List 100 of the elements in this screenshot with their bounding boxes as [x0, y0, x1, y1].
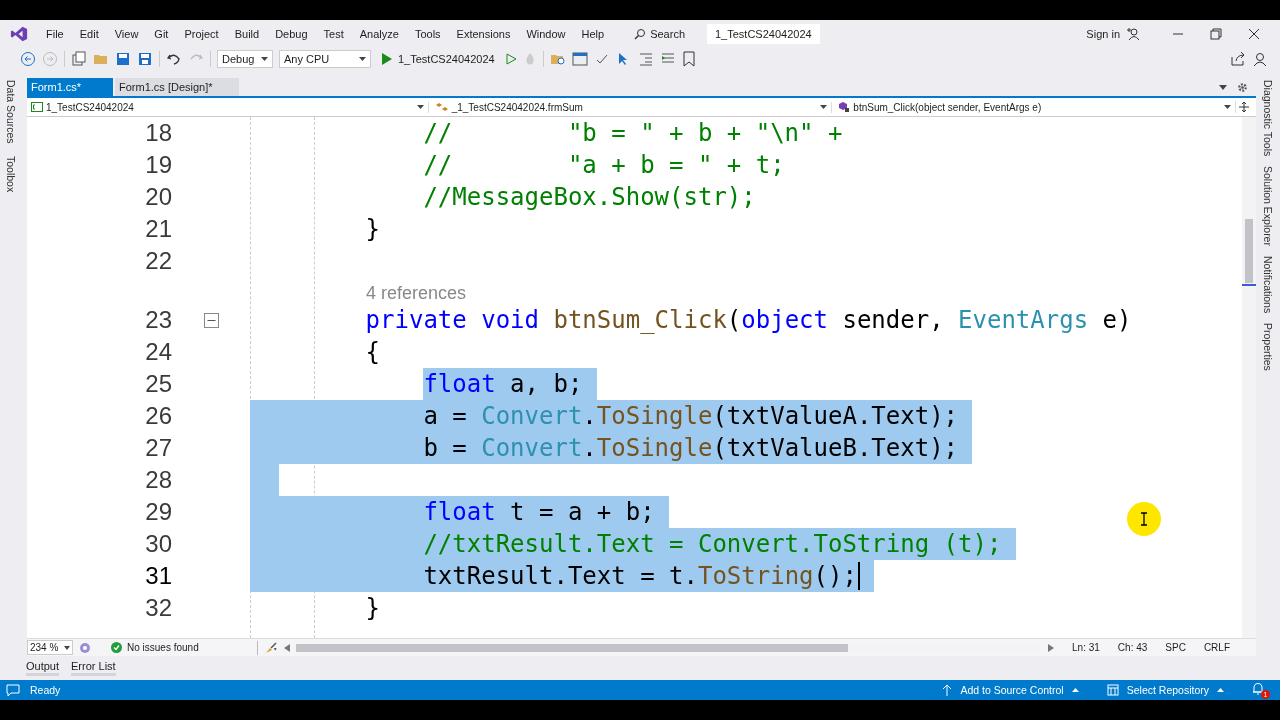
- caret-up-icon: [1217, 688, 1224, 692]
- line-number: 18: [144, 119, 172, 147]
- menu-item[interactable]: Help: [573, 28, 613, 40]
- line-number: 31: [144, 562, 172, 590]
- class-dropdown[interactable]: _1_TestCS24042024.frmSum: [430, 101, 833, 113]
- code-line: private void btnSum_Click(object sender, EventArgs e): [364, 305, 1132, 336]
- panel-tab[interactable]: Toolbox: [5, 155, 17, 192]
- line-ending-indicator[interactable]: CRLF: [1203, 642, 1230, 653]
- line-number: 28: [144, 466, 172, 494]
- save-all-icon[interactable]: [137, 51, 153, 67]
- chat-icon: [6, 683, 20, 697]
- menu-item[interactable]: View: [106, 28, 147, 40]
- project-dropdown[interactable]: 1_TestCS24042024: [27, 101, 429, 113]
- scrollbar-thumb[interactable]: [296, 643, 849, 652]
- panel-tab[interactable]: Data Sources: [5, 80, 17, 144]
- line-number: 30: [144, 530, 172, 558]
- document-tab[interactable]: Form1.cs [Design]*: [115, 78, 239, 96]
- caret-icon: [64, 645, 70, 650]
- code-line: }: [364, 593, 381, 624]
- code-line: {: [364, 337, 381, 368]
- panel-tab[interactable]: Solution Explorer: [1262, 166, 1274, 247]
- line-number: 27: [144, 434, 172, 462]
- member-dropdown[interactable]: btnSum_Click(object sender, EventArgs e): [834, 101, 1236, 113]
- line-number: 23: [144, 306, 172, 334]
- copilot-icon[interactable]: [79, 641, 91, 654]
- platform-dropdown[interactable]: Any CPU: [279, 50, 371, 68]
- line-number: 19: [144, 151, 172, 179]
- save-icon[interactable]: [115, 51, 131, 67]
- zoom-dropdown[interactable]: 234 %: [27, 640, 73, 655]
- document-tab[interactable]: Form1.cs*: [27, 78, 113, 96]
- caret-icon: [261, 57, 268, 61]
- settings-icon[interactable]: [1237, 81, 1248, 93]
- restore-icon[interactable]: [1210, 28, 1222, 40]
- panel-tab[interactable]: Properties: [1262, 323, 1274, 372]
- menu-item[interactable]: File: [38, 28, 72, 40]
- code-line: // "a + b = " + t;: [422, 150, 785, 181]
- panel-tab[interactable]: Notifications: [1262, 256, 1274, 314]
- line-number: 21: [144, 215, 172, 243]
- caret-icon: [1224, 105, 1231, 109]
- line-number: 20: [144, 183, 172, 211]
- csharp-project-icon: [31, 102, 43, 112]
- scroll-left-icon[interactable]: [284, 643, 290, 652]
- menu-item[interactable]: Test: [315, 28, 352, 40]
- menu-item[interactable]: Git: [146, 28, 177, 40]
- tool-window-tab[interactable]: Error List: [71, 660, 116, 676]
- panel-tab[interactable]: Diagnostic Tools: [1262, 80, 1274, 157]
- brush-icon[interactable]: [264, 641, 278, 654]
- sign-in-link[interactable]: Sign in: [1086, 28, 1120, 40]
- new-project-icon[interactable]: [71, 51, 87, 67]
- caret-icon[interactable]: [1219, 84, 1227, 90]
- play-outline-icon[interactable]: [504, 53, 517, 65]
- collapse-icon[interactable]: [203, 312, 219, 328]
- solution-name: 1_TestCS24042024: [707, 24, 820, 44]
- class-icon: [434, 102, 449, 112]
- menu-item[interactable]: Analyze: [351, 28, 407, 40]
- menu-item[interactable]: Project: [176, 28, 227, 40]
- menu-item[interactable]: Window: [518, 28, 574, 40]
- column-indicator: Ch: 43: [1117, 642, 1148, 653]
- tool-window-tab[interactable]: Output: [26, 660, 60, 676]
- configuration-dropdown[interactable]: Debug: [217, 50, 273, 68]
- repository-button[interactable]: Select Repository: [1106, 684, 1224, 696]
- scroll-right-icon[interactable]: [1048, 643, 1055, 652]
- line-number: 26: [144, 402, 172, 430]
- line-number: 29: [144, 498, 172, 526]
- menu-item[interactable]: Edit: [71, 28, 107, 40]
- person-icon[interactable]: [1126, 27, 1140, 41]
- check-circle-icon: [111, 642, 122, 653]
- caret-icon: [359, 57, 366, 61]
- whitespace-indicator[interactable]: SPC: [1165, 642, 1186, 653]
- split-icon[interactable]: [1238, 101, 1250, 113]
- line-number: 24: [144, 338, 172, 366]
- status-text: Ready: [30, 684, 61, 696]
- code-line: }: [364, 214, 381, 245]
- code-line: //MessageBox.Show(str);: [422, 182, 756, 213]
- bell-icon: [1252, 681, 1264, 695]
- indent-icon[interactable]: [637, 51, 654, 67]
- app-logo-icon: [10, 25, 28, 43]
- line-number: 25: [144, 370, 172, 398]
- caret-icon: [416, 105, 424, 109]
- source-control-button[interactable]: Add to Source Control: [942, 684, 1079, 696]
- menu-item[interactable]: Debug: [267, 28, 316, 40]
- issues-indicator[interactable]: No issues found: [111, 642, 251, 653]
- arrow-up-icon: [942, 684, 953, 696]
- back-icon[interactable]: [20, 51, 36, 67]
- method-icon: [838, 101, 851, 113]
- feedback-icon[interactable]: [1252, 51, 1268, 67]
- line-indicator: Ln: 31: [1072, 642, 1100, 653]
- close-icon[interactable]: [1248, 28, 1260, 40]
- window-icon[interactable]: [571, 51, 588, 67]
- references-codelens[interactable]: 4 references: [366, 283, 467, 304]
- menu-item[interactable]: Tools: [406, 28, 449, 40]
- text-cursor-icon: [1140, 512, 1148, 526]
- scrollbar-thumb[interactable]: [1245, 219, 1253, 283]
- bookmark-icon[interactable]: [681, 51, 696, 67]
- menu-item[interactable]: Build: [226, 28, 268, 40]
- search-button[interactable]: Search: [626, 28, 693, 40]
- share-icon[interactable]: [1230, 51, 1246, 67]
- menu-item[interactable]: Extensions: [448, 28, 519, 40]
- start-button[interactable]: 1_TestCS24042024: [377, 53, 499, 65]
- repository-icon: [1106, 684, 1119, 696]
